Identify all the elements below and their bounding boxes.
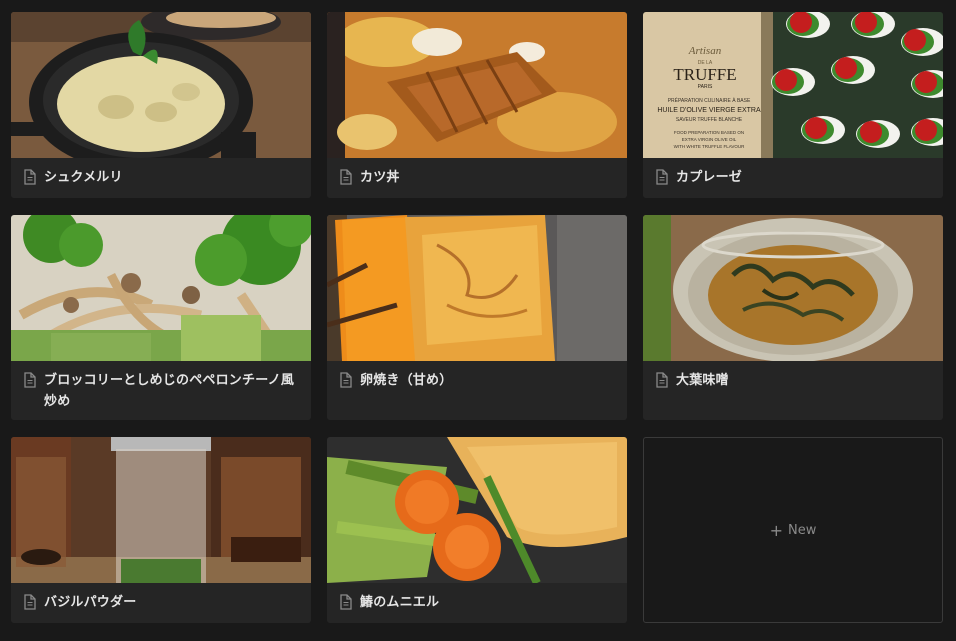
card-title: バジルパウダー [44,595,137,610]
card-title: シュクメルリ [44,170,123,185]
card-title: 鰆のムニエル [360,595,440,610]
card-caption: ブロッコリーとしめじのペペロンチーノ風炒め [11,361,311,420]
card-cover-image [327,215,627,361]
card-title: 大葉味噌 [676,373,729,388]
page-icon [340,169,352,185]
gallery-view: シュクメルリ カツ丼 Artisan DE LA TRUFFE PARIS PR… [0,0,956,641]
card-caption: カプレーゼ [643,158,943,198]
page-icon [24,372,36,388]
card-title: ブロッコリーとしめじのペペロンチーノ風炒め [44,373,295,409]
page-icon [656,169,668,185]
gallery-card-katsudon[interactable]: カツ丼 [327,12,627,198]
card-cover-image [327,437,627,583]
gallery-card-tamagoyaki[interactable]: 卵焼き（甘め） [327,215,627,420]
card-cover-image [11,215,311,361]
bottle-label-text: SAVEUR TRUFFE BLANCHE [676,117,743,123]
card-cover-image: Artisan DE LA TRUFFE PARIS PRÉPARATION C… [643,12,943,158]
card-title: カプレーゼ [676,170,743,185]
bottle-label-text: FOOD PREPARATION BASED ON [674,130,744,135]
card-title: 卵焼き（甘め） [360,373,453,388]
plus-icon: + [769,520,784,540]
gallery-card-broccoli-peperoncino[interactable]: ブロッコリーとしめじのペペロンチーノ風炒め [11,215,311,420]
gallery-card-shkmeruli[interactable]: シュクメルリ [11,12,311,198]
gallery-card-ooba-miso[interactable]: 大葉味噌 [643,215,943,420]
gallery-card-basil-powder[interactable]: バジルパウダー [11,437,311,623]
card-caption: シュクメルリ [11,158,311,198]
card-caption: バジルパウダー [11,583,311,623]
bottle-label-text: HUILE D'OLIVE VIERGE EXTRA [657,107,761,114]
page-icon [656,372,668,388]
bottle-label-text: WITH WHITE TRUFFLE FLAVOUR [674,144,746,149]
bottle-label-text: PRÉPARATION CULINAIRE À BASE [668,97,751,104]
page-icon [24,169,36,185]
gallery-card-caprese[interactable]: Artisan DE LA TRUFFE PARIS PRÉPARATION C… [643,12,943,198]
card-cover-image [11,12,311,158]
card-caption: 卵焼き（甘め） [327,361,627,420]
bottle-label-text: TRUFFE [673,65,736,84]
page-icon [340,594,352,610]
card-title: カツ丼 [360,170,400,185]
card-caption: カツ丼 [327,158,627,198]
bottle-label-text: PARIS [698,84,713,90]
card-caption: 大葉味噌 [643,361,943,420]
card-cover-image [643,215,943,361]
new-page-label: New [788,522,817,538]
card-caption: 鰆のムニエル [327,583,627,623]
bottle-label-text: Artisan [688,45,722,57]
page-icon [24,594,36,610]
page-icon [340,372,352,388]
gallery-card-sawara-meuniere[interactable]: 鰆のムニエル [327,437,627,623]
card-cover-image [11,437,311,583]
new-page-button[interactable]: + New [643,437,943,623]
bottle-label-text: EXTRA VIRGIN OLIVE OIL [682,137,737,142]
card-cover-image [327,12,627,158]
